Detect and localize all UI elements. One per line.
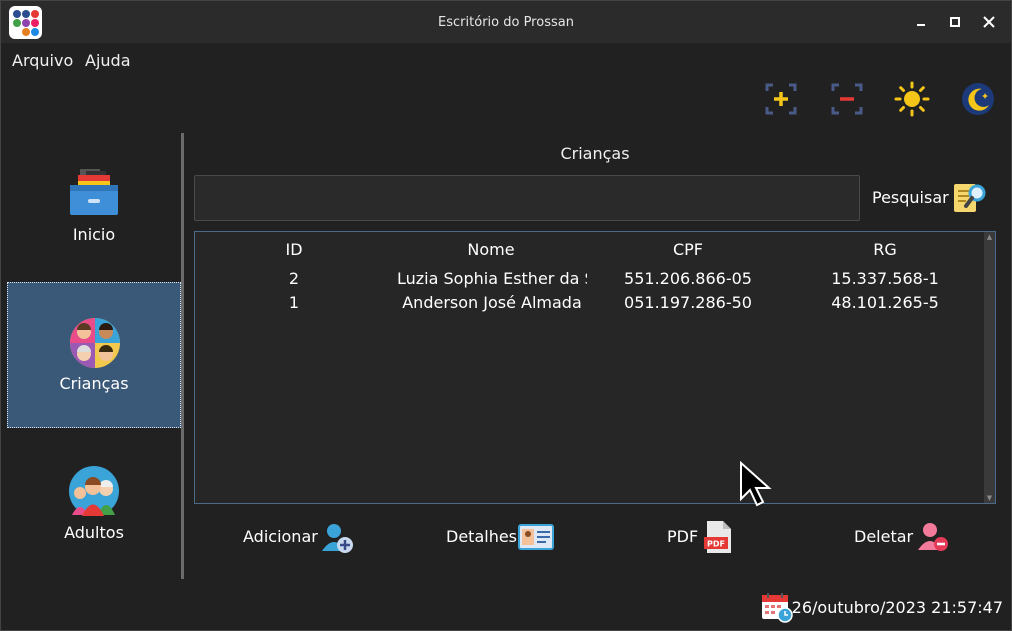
- dark-theme-button[interactable]: [960, 81, 996, 117]
- zoom-in-button[interactable]: [763, 81, 799, 117]
- remove-user-icon: [918, 523, 948, 551]
- cell-nome: Anderson José Almada: [402, 293, 582, 312]
- zoom-in-icon: [765, 83, 797, 115]
- search-button[interactable]: Pesquisar: [867, 179, 991, 219]
- column-header-rg[interactable]: RG: [787, 240, 983, 259]
- cell-id: 1: [288, 293, 300, 312]
- column-header-nome[interactable]: Nome: [393, 240, 589, 259]
- scroll-up-icon[interactable]: ▲: [984, 232, 995, 242]
- sidebar-item-label: Inicio: [72, 225, 116, 244]
- children-icon: [70, 318, 120, 368]
- sidebar-item-label: Crianças: [59, 374, 129, 393]
- scroll-down-icon[interactable]: ▼: [984, 493, 995, 503]
- sidebar-divider[interactable]: [181, 133, 184, 579]
- status-datetime: 26/outubro/2023 21:57:47: [791, 598, 1003, 617]
- cell-rg: 15.337.568-1: [831, 269, 939, 288]
- calendar-clock-icon: [762, 593, 793, 623]
- drawer-icon: [70, 169, 118, 215]
- add-button-label: Adicionar: [243, 527, 318, 546]
- sidebar-item-adultos[interactable]: Adultos: [7, 431, 181, 577]
- cell-cpf: 051.197.286-50: [624, 293, 752, 312]
- title-bar[interactable]: Escritório do Prossan: [1, 1, 1011, 43]
- close-icon[interactable]: [979, 12, 999, 32]
- search-icon: [954, 184, 986, 212]
- mouse-cursor-icon: [740, 461, 772, 507]
- maximize-icon[interactable]: [945, 12, 965, 32]
- column-header-cpf[interactable]: CPF: [589, 240, 787, 259]
- sidebar: Inicio Crianças Adultos: [7, 133, 181, 579]
- zoom-out-button[interactable]: [829, 81, 865, 117]
- pdf-button-label: PDF: [667, 527, 699, 546]
- menu-file[interactable]: Arquivo: [12, 51, 73, 70]
- details-button[interactable]: Detalhes: [444, 519, 554, 555]
- sidebar-item-inicio[interactable]: Inicio: [7, 133, 181, 279]
- details-button-label: Detalhes: [446, 527, 518, 546]
- sun-icon: [894, 81, 930, 117]
- cell-nome: Luzia Sophia Esther da S: [397, 269, 587, 288]
- add-user-icon: [322, 524, 353, 553]
- delete-button-label: Deletar: [854, 527, 914, 546]
- add-button[interactable]: Adicionar: [241, 519, 355, 555]
- id-card-icon: [518, 524, 554, 550]
- page-title: Crianças: [560, 144, 630, 163]
- pdf-button[interactable]: PDF PDF: [665, 519, 737, 555]
- light-theme-button[interactable]: [894, 81, 930, 117]
- cell-cpf: 551.206.866-05: [624, 269, 752, 288]
- sidebar-item-label: Adultos: [64, 523, 124, 542]
- search-button-label: Pesquisar: [872, 188, 949, 207]
- table-scrollbar[interactable]: ▲ ▼: [984, 232, 995, 503]
- cell-id: 2: [288, 269, 300, 288]
- zoom-out-icon: [831, 83, 863, 115]
- moon-icon: [962, 83, 994, 115]
- search-input[interactable]: [194, 175, 860, 221]
- cell-rg: 48.101.265-5: [831, 293, 939, 312]
- pdf-file-icon: PDF: [704, 521, 731, 553]
- menu-help[interactable]: Ajuda: [85, 51, 131, 70]
- family-icon: [69, 466, 119, 516]
- column-header-id[interactable]: ID: [195, 240, 393, 259]
- children-table[interactable]: ID Nome CPF RG 2 Luzia Sophia Esther da …: [194, 231, 996, 504]
- window-title: Escritório do Prossan: [438, 15, 574, 30]
- pdf-badge-text: PDF: [707, 540, 725, 549]
- app-window: Escritório do Prossan Arquivo Ajuda Inic…: [0, 0, 1012, 631]
- delete-button[interactable]: Deletar: [852, 519, 950, 555]
- sidebar-item-criancas[interactable]: Crianças: [7, 282, 181, 428]
- minimize-icon[interactable]: [911, 12, 931, 32]
- menu-bar: Arquivo Ajuda: [1, 43, 1011, 73]
